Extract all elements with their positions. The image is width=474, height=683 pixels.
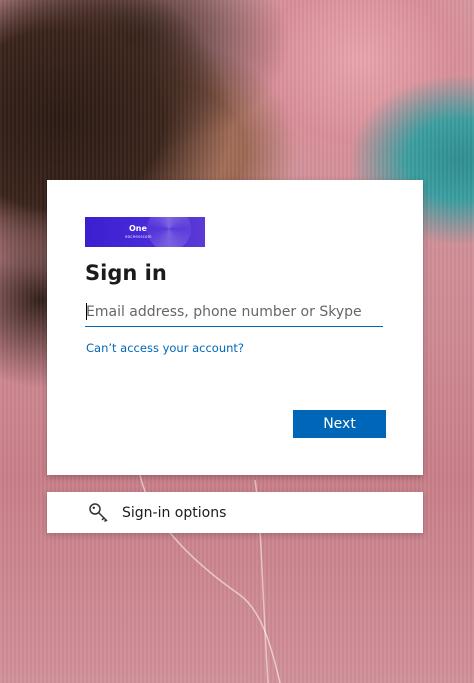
sign-in-card: One eoceesscom Sign in Can’t access your… xyxy=(47,180,423,475)
company-logo: One eoceesscom xyxy=(85,217,205,247)
page-title: Sign in xyxy=(85,261,167,285)
text-caret xyxy=(86,303,87,320)
email-input[interactable] xyxy=(85,298,384,326)
logo-icon xyxy=(147,217,191,247)
sign-in-options-button[interactable]: Sign-in options xyxy=(47,492,423,533)
sign-in-options-label: Sign-in options xyxy=(122,505,227,521)
email-field-wrapper xyxy=(85,298,384,327)
logo-subtext: eoceesscom xyxy=(125,234,152,239)
cant-access-account-link[interactable]: Can’t access your account? xyxy=(86,341,244,355)
key-icon xyxy=(89,503,108,523)
next-button[interactable]: Next xyxy=(293,410,386,438)
logo-brand-text: One xyxy=(129,224,147,233)
